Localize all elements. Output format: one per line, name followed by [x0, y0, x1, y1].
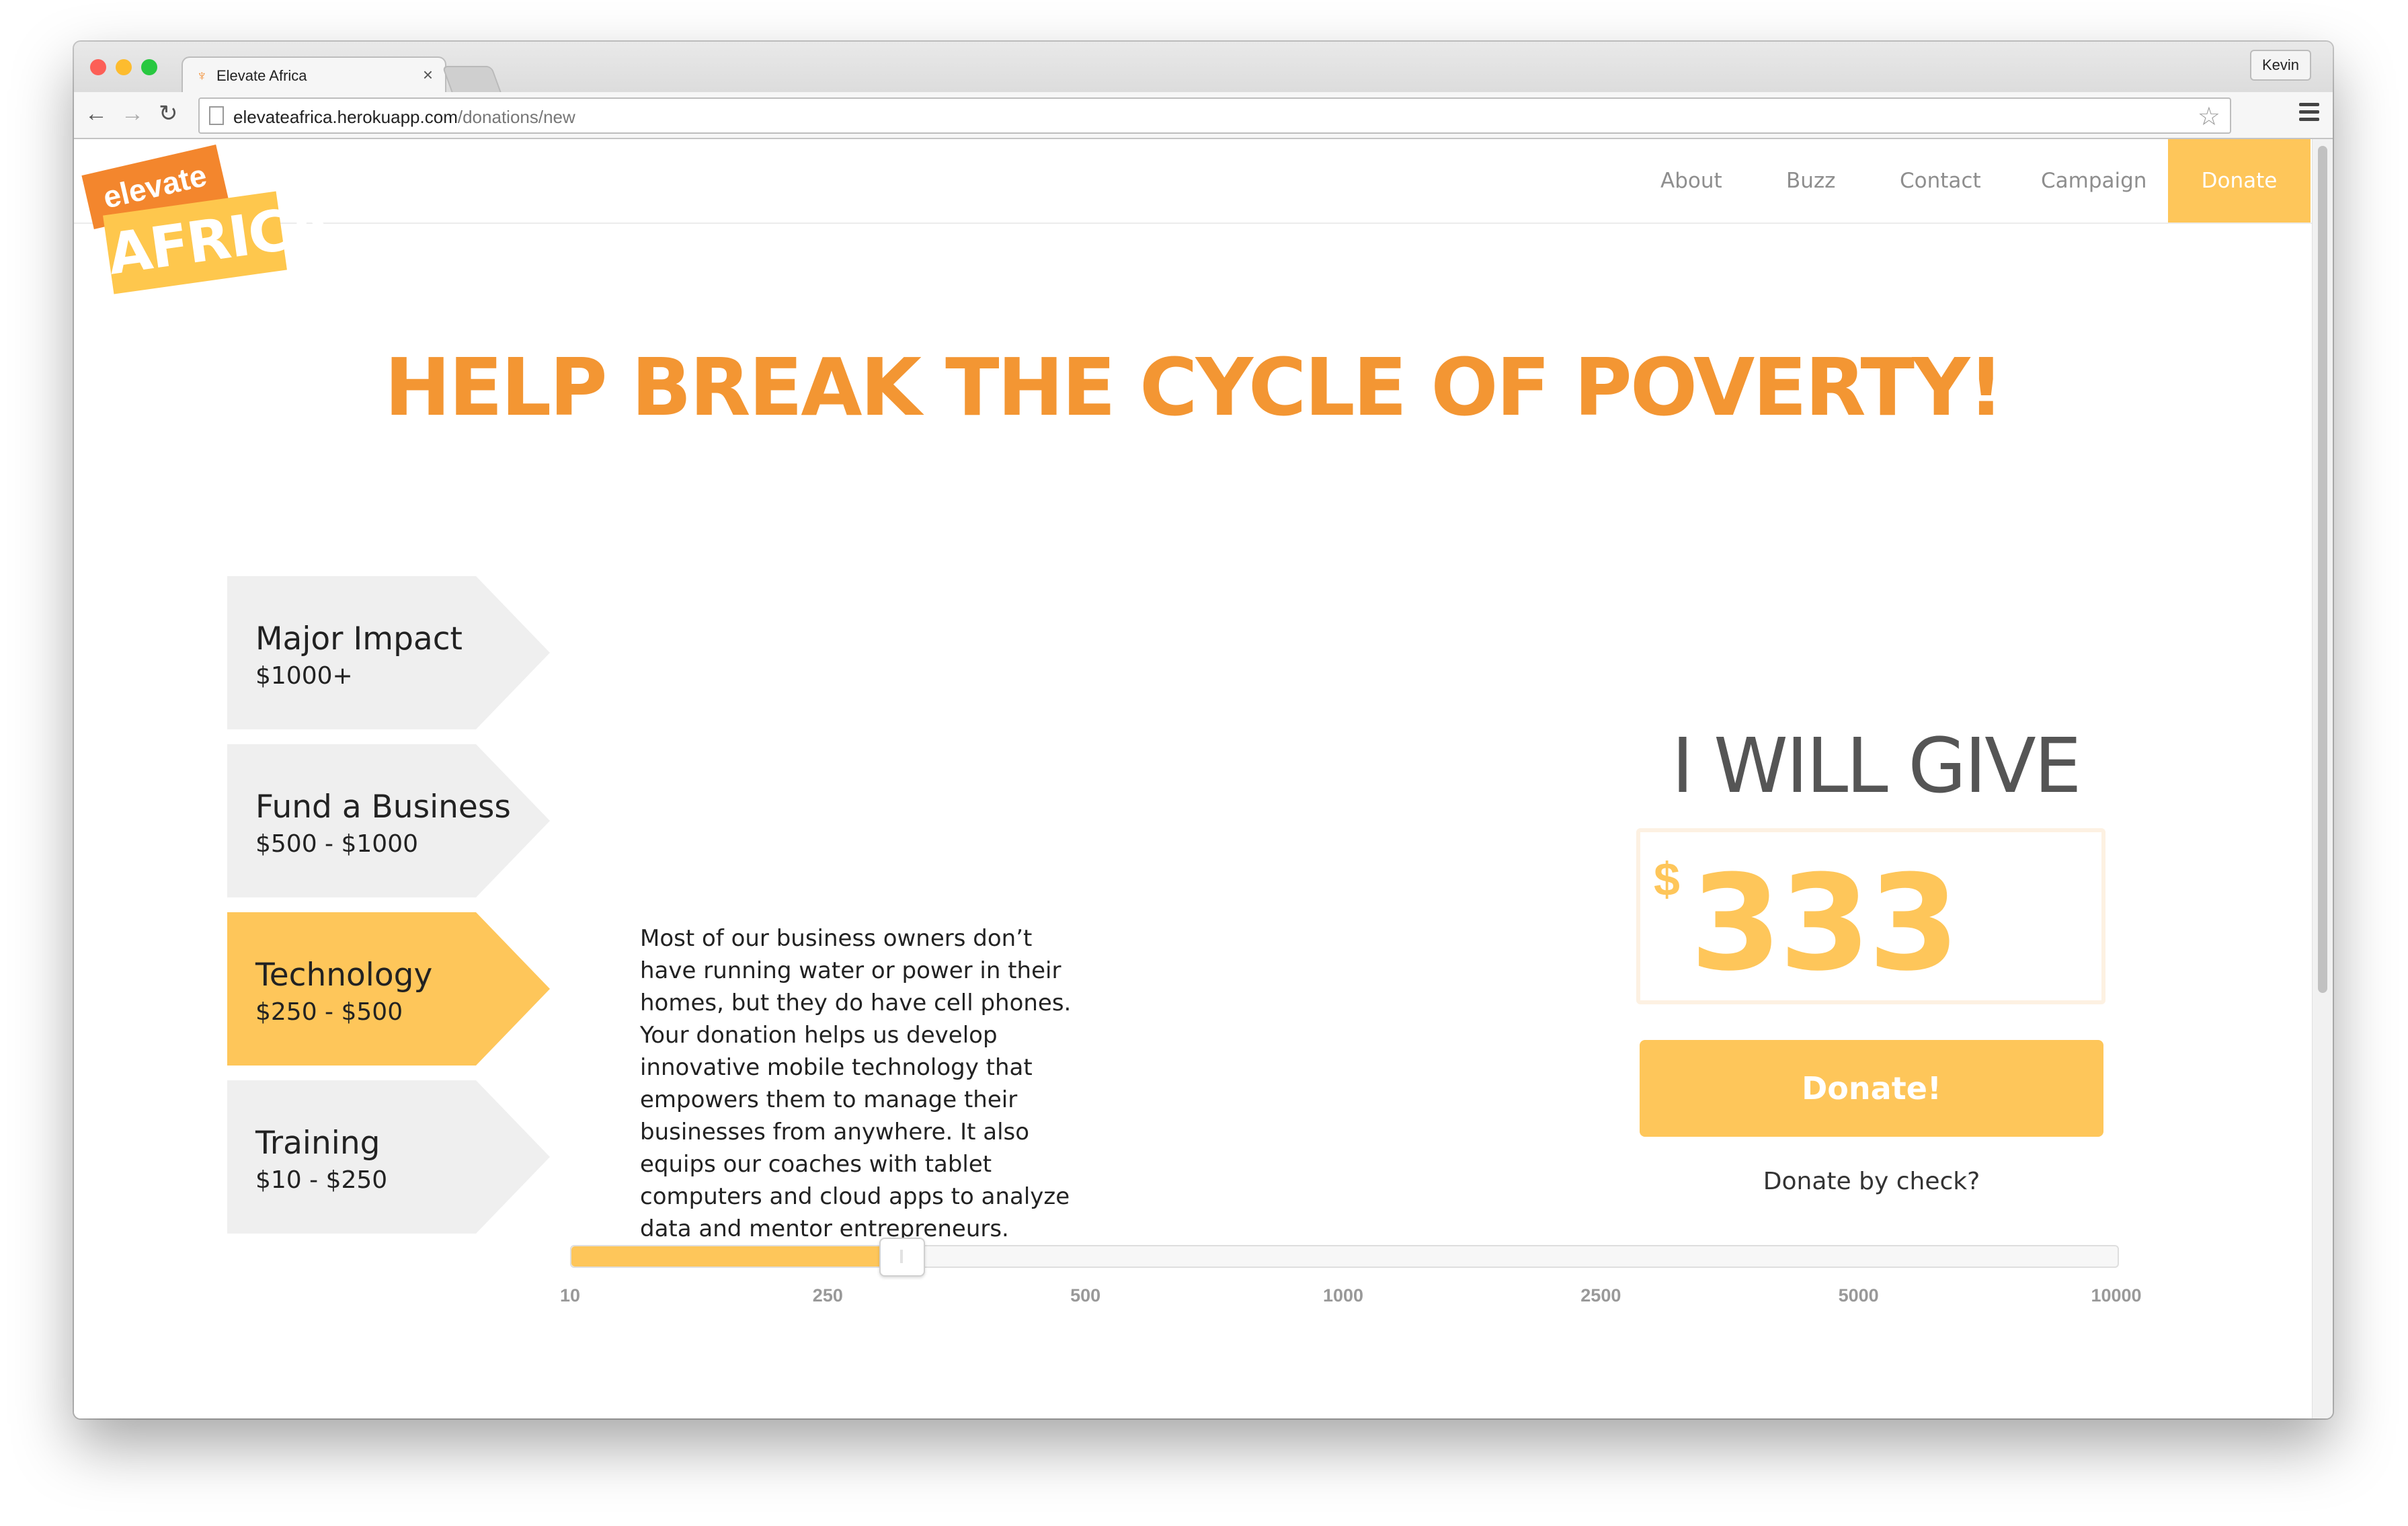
- slider-tick-label: 10: [559, 1285, 581, 1306]
- scrollbar-thumb[interactable]: [2318, 146, 2327, 993]
- nav-donate[interactable]: Donate: [2168, 139, 2311, 223]
- slider-tick-label: 5000: [1838, 1285, 1879, 1306]
- tier-name: Major Impact: [255, 620, 463, 657]
- browser-window: ♆ Elevate Africa × Kevin ← → ↻ elevateaf…: [74, 42, 2333, 1418]
- bookmark-star-icon[interactable]: ☆: [2198, 102, 2220, 132]
- reload-icon[interactable]: ↻: [159, 100, 178, 127]
- tier-fund-a-business[interactable]: Fund a Business $500 - $1000: [227, 744, 550, 897]
- page-headline: HELP BREAK THE CYCLE OF POVERTY!: [384, 341, 2005, 434]
- nav-about[interactable]: About: [1660, 139, 1722, 223]
- give-label: I WILL GIVE: [1671, 723, 2081, 810]
- amount-input[interactable]: $ 333: [1636, 828, 2105, 1004]
- address-bar[interactable]: elevateafrica.herokuapp.com/donations/ne…: [198, 97, 2231, 134]
- url-path: /donations/new: [457, 107, 575, 127]
- slider-tick-label: 1000: [1322, 1285, 1364, 1306]
- close-tab-icon[interactable]: ×: [423, 65, 433, 85]
- slider-tick-label: 2500: [1580, 1285, 1621, 1306]
- nav-campaign[interactable]: Campaign: [2041, 139, 2146, 223]
- tier-range: $1000+: [255, 662, 353, 690]
- web-page: elevate AFRICA About Buzz Contact Campai…: [74, 139, 2313, 1418]
- site-navbar: elevate AFRICA About Buzz Contact Campai…: [74, 139, 2313, 294]
- slider-handle[interactable]: [879, 1238, 925, 1277]
- close-window-button[interactable]: [90, 59, 106, 75]
- slider-tick-label: 250: [812, 1285, 843, 1306]
- amount-value: 333: [1690, 847, 1960, 1000]
- new-tab-button[interactable]: [442, 66, 502, 94]
- tier-description: Most of our business owners don’t have r…: [640, 925, 1072, 1242]
- tab-title: Elevate Africa: [216, 67, 307, 84]
- tier-range: $250 - $500: [255, 998, 403, 1026]
- url-text: elevateafrica.herokuapp.com/donations/ne…: [233, 107, 575, 128]
- tab-strip: ♆ Elevate Africa × Kevin: [74, 42, 2333, 95]
- tier-range: $10 - $250: [255, 1166, 388, 1194]
- donate-by-check-link[interactable]: Donate by check?: [1640, 1168, 2103, 1195]
- page-scrollbar[interactable]: [2312, 139, 2333, 1418]
- tier-name: Fund a Business: [255, 789, 511, 826]
- tier-name: Technology: [255, 957, 433, 994]
- tier-name: Training: [255, 1125, 380, 1162]
- favicon-icon: ♆: [196, 67, 208, 84]
- url-host: elevateafrica.herokuapp.com: [233, 107, 458, 127]
- page-icon: [209, 106, 224, 125]
- profile-button[interactable]: Kevin: [2249, 50, 2311, 81]
- back-arrow-icon[interactable]: ←: [85, 100, 108, 127]
- slider-tick-label: 500: [1070, 1285, 1101, 1306]
- tier-technology[interactable]: Technology $250 - $500: [227, 912, 550, 1066]
- browser-tab[interactable]: ♆ Elevate Africa ×: [182, 56, 446, 95]
- tier-range: $500 - $1000: [255, 830, 419, 858]
- nav-buzz[interactable]: Buzz: [1786, 139, 1835, 223]
- hamburger-menu-icon[interactable]: [2299, 103, 2319, 125]
- tier-training[interactable]: Training $10 - $250: [227, 1080, 550, 1234]
- browser-toolbar: ← → ↻ elevateafrica.herokuapp.com/donati…: [74, 92, 2333, 139]
- slider-tick-label: 10000: [2091, 1285, 2142, 1306]
- minimize-window-button[interactable]: [116, 59, 132, 75]
- zoom-window-button[interactable]: [141, 59, 157, 75]
- slider-fill: [571, 1246, 901, 1267]
- currency-symbol: $: [1654, 853, 1680, 906]
- forward-arrow-icon[interactable]: →: [121, 100, 144, 127]
- donate-button[interactable]: Donate!: [1640, 1040, 2103, 1137]
- tier-major-impact[interactable]: Major Impact $1000+: [227, 576, 550, 729]
- nav-contact[interactable]: Contact: [1900, 139, 1981, 223]
- amount-slider[interactable]: [570, 1238, 2119, 1277]
